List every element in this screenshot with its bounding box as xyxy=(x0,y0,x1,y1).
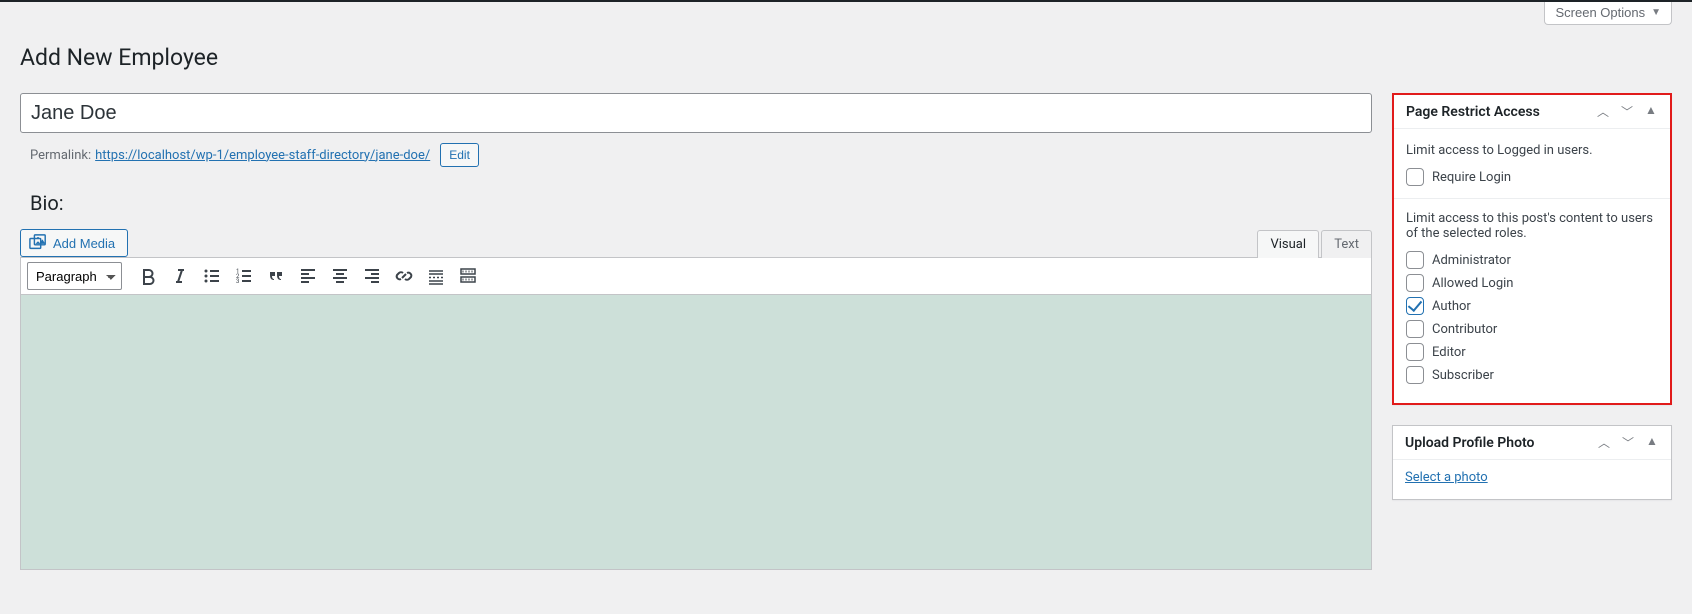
restrict-intro-2: Limit access to this post's content to u… xyxy=(1406,211,1658,241)
italic-button[interactable] xyxy=(164,262,196,290)
role-checkbox-subscriber[interactable]: Subscriber xyxy=(1406,366,1658,384)
align-center-button[interactable] xyxy=(324,262,356,290)
checkbox-icon xyxy=(1406,366,1424,384)
toggle-panel-icon[interactable]: ▲ xyxy=(1644,103,1658,120)
move-up-icon[interactable]: ︿ xyxy=(1596,103,1610,120)
format-select[interactable]: Paragraph xyxy=(27,262,122,290)
role-checkbox-contributor[interactable]: Contributor xyxy=(1406,320,1658,338)
tab-text[interactable]: Text xyxy=(1321,230,1372,258)
permalink-base: https://localhost/wp-1/employee-staff-di… xyxy=(95,148,375,163)
checkbox-icon xyxy=(1406,251,1424,269)
align-right-button[interactable] xyxy=(356,262,388,290)
checkbox-icon xyxy=(1406,168,1424,186)
move-down-icon[interactable]: ﹀ xyxy=(1621,434,1635,451)
roles-list: Administrator Allowed Login Author Contr… xyxy=(1406,251,1658,384)
permalink-label: Permalink: xyxy=(30,148,91,163)
role-checkbox-administrator[interactable]: Administrator xyxy=(1406,251,1658,269)
tab-visual[interactable]: Visual xyxy=(1257,230,1319,258)
editor-content-area[interactable] xyxy=(20,295,1372,570)
photo-box-title: Upload Profile Photo xyxy=(1405,435,1534,451)
screen-options-label: Screen Options xyxy=(1555,5,1645,20)
require-login-checkbox[interactable]: Require Login xyxy=(1406,168,1658,186)
toolbar-toggle-button[interactable] xyxy=(452,262,484,290)
bold-button[interactable] xyxy=(132,262,164,290)
role-checkbox-editor[interactable]: Editor xyxy=(1406,343,1658,361)
unordered-list-button[interactable] xyxy=(196,262,228,290)
editor-toolbar: Paragraph 123 xyxy=(20,257,1372,295)
add-media-button[interactable]: Add Media xyxy=(20,229,128,257)
add-media-label: Add Media xyxy=(53,236,115,251)
require-login-label: Require Login xyxy=(1432,170,1511,185)
link-button[interactable] xyxy=(388,262,420,290)
media-icon xyxy=(29,234,47,252)
ordered-list-button[interactable]: 123 xyxy=(228,262,260,290)
role-checkbox-author[interactable]: Author xyxy=(1406,297,1658,315)
post-title-input[interactable] xyxy=(20,93,1372,133)
permalink-slug: jane-doe/ xyxy=(375,148,430,163)
caret-down-icon: ▼ xyxy=(1651,7,1661,18)
restrict-intro-1: Limit access to Logged in users. xyxy=(1406,143,1658,158)
bio-heading: Bio: xyxy=(30,191,1372,215)
page-restrict-access-box: Page Restrict Access ︿ ﹀ ▲ Limit access … xyxy=(1392,93,1672,405)
restrict-box-title: Page Restrict Access xyxy=(1406,104,1540,120)
move-up-icon[interactable]: ︿ xyxy=(1597,434,1611,451)
permalink-link[interactable]: https://localhost/wp-1/employee-staff-di… xyxy=(95,148,430,163)
checkbox-icon xyxy=(1406,320,1424,338)
toggle-panel-icon[interactable]: ▲ xyxy=(1645,434,1659,451)
move-down-icon[interactable]: ﹀ xyxy=(1620,103,1634,120)
checkbox-icon xyxy=(1406,343,1424,361)
checkbox-icon xyxy=(1406,274,1424,292)
svg-text:3: 3 xyxy=(236,278,239,285)
role-checkbox-allowed-login[interactable]: Allowed Login xyxy=(1406,274,1658,292)
edit-slug-button[interactable]: Edit xyxy=(440,143,479,167)
upload-profile-photo-box: Upload Profile Photo ︿ ﹀ ▲ Select a phot… xyxy=(1392,425,1672,500)
screen-options-button[interactable]: Screen Options ▼ xyxy=(1544,2,1672,25)
blockquote-button[interactable] xyxy=(260,262,292,290)
page-title: Add New Employee xyxy=(20,35,1672,75)
checkbox-checked-icon xyxy=(1406,297,1424,315)
align-left-button[interactable] xyxy=(292,262,324,290)
readmore-button[interactable] xyxy=(420,262,452,290)
select-photo-link[interactable]: Select a photo xyxy=(1405,470,1488,485)
